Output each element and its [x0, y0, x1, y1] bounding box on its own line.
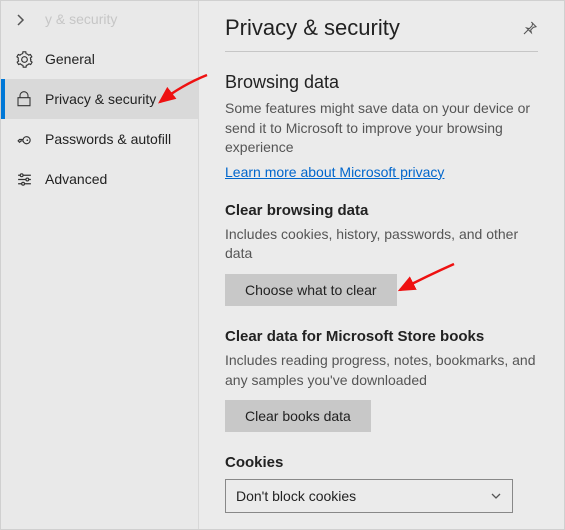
sidebar-item-label: Advanced: [45, 171, 107, 187]
cookies-select[interactable]: Don't block cookies: [225, 479, 513, 513]
privacy-learn-more-link[interactable]: Learn more about Microsoft privacy: [225, 164, 444, 180]
cookies-selected-value: Don't block cookies: [236, 488, 356, 504]
clear-books-heading: Clear data for Microsoft Store books: [225, 328, 538, 345]
pin-icon[interactable]: [522, 20, 538, 36]
main-panel: Privacy & security Browsing data Some fe…: [199, 1, 564, 529]
sidebar-item-label: General: [45, 51, 95, 67]
gear-icon: [15, 51, 33, 68]
key-icon: [15, 131, 33, 148]
sliders-icon: [15, 171, 33, 188]
settings-sidebar: y & security General Privacy & security …: [1, 1, 199, 529]
clear-books-description: Includes reading progress, notes, bookma…: [225, 351, 538, 390]
sidebar-item-passwords-autofill[interactable]: Passwords & autofill: [1, 119, 198, 159]
sidebar-item-privacy-security[interactable]: Privacy & security: [1, 79, 198, 119]
back-button[interactable]: [1, 1, 198, 39]
choose-what-to-clear-button[interactable]: Choose what to clear: [225, 274, 397, 306]
clear-books-data-button[interactable]: Clear books data: [225, 400, 371, 432]
sidebar-item-label: Passwords & autofill: [45, 131, 171, 147]
browsing-data-heading: Browsing data: [225, 72, 538, 93]
cookies-heading: Cookies: [225, 454, 538, 471]
sidebar-item-general[interactable]: General: [1, 39, 198, 79]
chevron-down-icon: [490, 490, 502, 502]
chevron-right-icon: [15, 14, 27, 26]
clear-browsing-description: Includes cookies, history, passwords, an…: [225, 225, 538, 264]
clear-browsing-heading: Clear browsing data: [225, 202, 538, 219]
sidebar-item-label: Privacy & security: [45, 91, 156, 107]
sidebar-item-advanced[interactable]: Advanced: [1, 159, 198, 199]
browsing-data-description: Some features might save data on your de…: [225, 99, 538, 158]
lock-icon: [15, 91, 33, 107]
page-title: Privacy & security: [225, 15, 400, 41]
